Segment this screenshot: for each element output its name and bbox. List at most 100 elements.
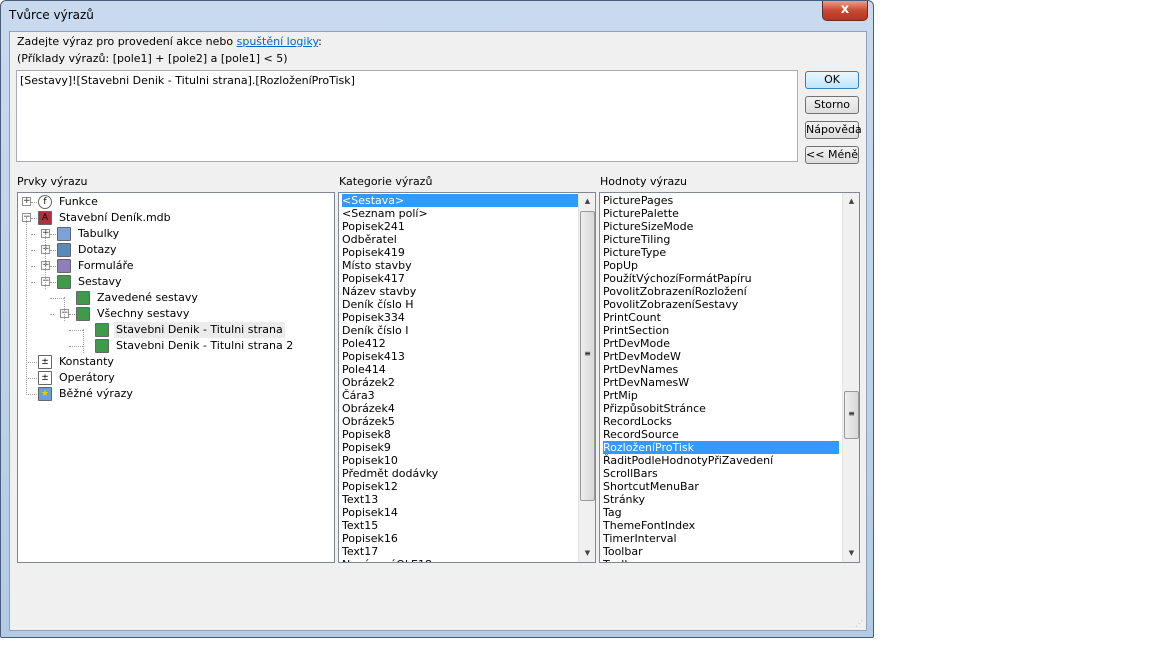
value-item[interactable]: RecordSource (603, 428, 839, 441)
category-item[interactable]: Popisek12 (342, 480, 578, 493)
tree-connector (69, 314, 75, 315)
expression-categories-list[interactable]: ▲ ≡ ▼ <Sestava> <Seznam polí> Popisek241 Od… (338, 192, 596, 563)
resize-grip-icon[interactable]: ⋰ (855, 619, 863, 628)
value-item[interactable]: PrtDevNames (603, 363, 839, 376)
tree-item-label[interactable]: Funkce (57, 194, 100, 210)
value-item[interactable]: PrtDevNamesW (603, 376, 839, 389)
category-item[interactable]: Popisek10 (342, 454, 578, 467)
category-item[interactable]: Čára3 (342, 389, 578, 402)
tree-item-label[interactable]: Stavebni Denik - Titulni strana (114, 322, 285, 338)
expression-builder-dialog: Tvůrce výrazů x Zadejte výraz pro proved… (0, 0, 874, 638)
value-item[interactable]: PovolitZobrazeníSestavy (603, 298, 839, 311)
values-scrollbar[interactable]: ▲ ≡ ▼ (842, 193, 859, 562)
category-item[interactable]: Popisek16 (342, 532, 578, 545)
category-item[interactable]: Pole414 (342, 363, 578, 376)
category-item[interactable]: Obrázek5 (342, 415, 578, 428)
value-item[interactable]: PicturePalette (603, 207, 839, 220)
category-item[interactable]: Popisek9 (342, 441, 578, 454)
value-item[interactable]: PictureSizeMode (603, 220, 839, 233)
operators-icon: ± (38, 371, 52, 385)
value-item[interactable]: PictureType (603, 246, 839, 259)
value-item[interactable]: ShortcutMenuBar (603, 480, 839, 493)
category-item[interactable]: Deník číslo I (342, 324, 578, 337)
value-item[interactable]: PopUp (603, 259, 839, 272)
category-item[interactable]: Text17 (342, 545, 578, 558)
tree-item-label[interactable]: Sestavy (76, 274, 124, 290)
value-item[interactable]: PovolitZobrazeníRozložení (603, 285, 839, 298)
values-label: Hodnoty výrazu (600, 175, 688, 188)
value-item[interactable]: Stránky (603, 493, 839, 506)
category-item[interactable]: Popisek241 (342, 220, 578, 233)
function-icon: f (38, 195, 52, 209)
value-item[interactable]: RecordLocks (603, 415, 839, 428)
category-item[interactable]: <Sestava> (342, 194, 578, 207)
value-item[interactable]: PrintCount (603, 311, 839, 324)
category-item[interactable]: Předmět dodávky (342, 467, 578, 480)
value-item[interactable]: PřizpůsobitStránce (603, 402, 839, 415)
tree-item-label[interactable]: Konstanty (57, 354, 116, 370)
value-item[interactable]: PoužítVýchozíFormátPapíru (603, 272, 839, 285)
category-item[interactable]: Text13 (342, 493, 578, 506)
value-item[interactable]: PrtDevMode (603, 337, 839, 350)
expand-icon[interactable]: + (22, 197, 31, 206)
tree-item-label[interactable]: Zavedené sestavy (95, 290, 200, 306)
category-item[interactable]: Název stavby (342, 285, 578, 298)
logic-link[interactable]: spuštění logiky (237, 35, 319, 48)
category-item[interactable]: NevázanýOLE18 (342, 558, 578, 562)
scroll-up-arrow-icon[interactable]: ▲ (579, 193, 595, 210)
tree-item-label[interactable]: Tabulky (76, 226, 121, 242)
value-item[interactable]: Tag (603, 506, 839, 519)
value-item[interactable]: PictureTiling (603, 233, 839, 246)
help-button[interactable]: Nápověda (805, 121, 862, 139)
value-item[interactable]: PrintSection (603, 324, 839, 337)
scrollbar-thumb[interactable]: ≡ (844, 391, 859, 439)
category-item[interactable]: Deník číslo H (342, 298, 578, 311)
tree-item-label[interactable]: Stavební Deník.mdb (57, 210, 173, 226)
value-item[interactable]: RozloženíProTisk (603, 441, 839, 454)
category-item[interactable]: Text15 (342, 519, 578, 532)
category-item[interactable]: Popisek419 (342, 246, 578, 259)
category-item[interactable]: Obrázek4 (342, 402, 578, 415)
category-item[interactable]: Popisek14 (342, 506, 578, 519)
tree-item-label[interactable]: Operátory (57, 370, 117, 386)
instruction-suffix: : (318, 35, 322, 48)
value-item[interactable]: TimerInterval (603, 532, 839, 545)
category-item[interactable]: Odběratel (342, 233, 578, 246)
category-item[interactable]: Popisek413 (342, 350, 578, 363)
categories-scrollbar[interactable]: ▲ ≡ ▼ (578, 193, 595, 562)
less-button[interactable]: << Méně (805, 146, 859, 164)
scroll-down-arrow-icon[interactable]: ▼ (579, 545, 595, 562)
scroll-up-arrow-icon[interactable]: ▲ (843, 193, 859, 210)
value-item[interactable]: PicturePages (603, 194, 839, 207)
expression-values-list[interactable]: ▲ ≡ ▼ PicturePages PicturePalette PictureS… (599, 192, 860, 563)
close-button[interactable]: x (822, 1, 868, 21)
scroll-down-arrow-icon[interactable]: ▼ (843, 545, 859, 562)
value-item[interactable]: ThemeFontIndex (603, 519, 839, 532)
category-item[interactable]: Místo stavby (342, 259, 578, 272)
category-item[interactable]: Pole412 (342, 337, 578, 350)
elements-label: Prvky výrazu (17, 175, 88, 188)
ok-button[interactable]: OK (805, 71, 859, 89)
value-item[interactable]: Toolbar (603, 545, 839, 558)
category-item[interactable]: Popisek8 (342, 428, 578, 441)
category-item[interactable]: Obrázek2 (342, 376, 578, 389)
cancel-button[interactable]: Storno (805, 96, 859, 114)
tree-item-label[interactable]: Běžné výrazy (57, 386, 135, 402)
value-item[interactable]: ScrollBars (603, 467, 839, 480)
category-item[interactable]: Popisek417 (342, 272, 578, 285)
category-item[interactable]: Popisek334 (342, 311, 578, 324)
value-item[interactable]: Toolbar (603, 558, 839, 562)
value-item[interactable]: ŘaditPodleHodnotyPřiZavedení (603, 454, 839, 467)
tree-item-label[interactable]: Formuláře (76, 258, 136, 274)
tree-item-label[interactable]: Všechny sestavy (95, 306, 191, 322)
tree-connector (31, 282, 35, 283)
dialog-title: Tvůrce výrazů (9, 8, 94, 22)
value-item[interactable]: PrtMip (603, 389, 839, 402)
scrollbar-thumb[interactable]: ≡ (580, 211, 595, 501)
category-item[interactable]: <Seznam polí> (342, 207, 578, 220)
tree-item-label[interactable]: Stavebni Denik - Titulni strana 2 (114, 338, 295, 354)
expression-input[interactable]: [Sestavy]![Stavebni Denik - Titulni stra… (16, 70, 798, 162)
value-item[interactable]: PrtDevModeW (603, 350, 839, 363)
tree-item-label[interactable]: Dotazy (76, 242, 119, 258)
expression-elements-tree[interactable]: + f Funkce − A Stavební Deník.mdb + Tabulky + Dot… (17, 192, 335, 563)
